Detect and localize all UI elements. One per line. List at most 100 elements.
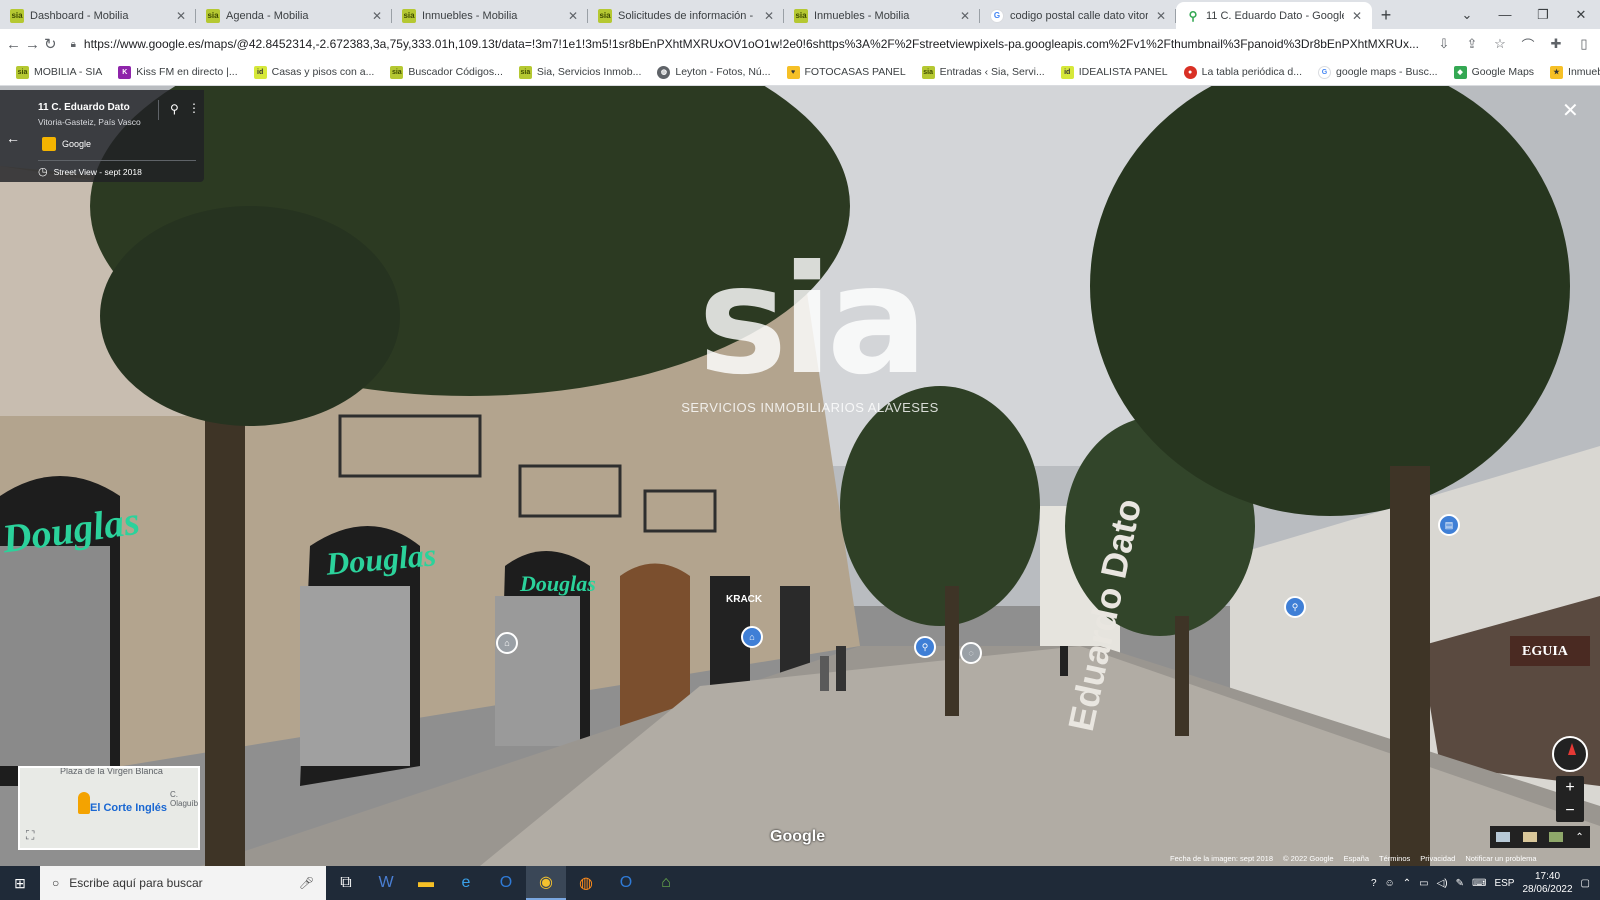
reload-icon[interactable]: ↻ (44, 32, 57, 56)
layers-selector[interactable]: ⌃ (1490, 826, 1590, 848)
taskbar-search-input[interactable]: ○ Escribe aquí para buscar 🎤︎ (40, 866, 326, 900)
footer-link[interactable]: Términos (1379, 854, 1410, 863)
chat-icon: ● (1183, 65, 1197, 79)
layer-thumbnail[interactable] (1496, 832, 1511, 842)
bookmark[interactable]: Ggoogle maps - Busc... (1312, 61, 1444, 83)
layer-thumbnail[interactable] (1522, 832, 1537, 842)
google-maps-icon (42, 137, 56, 151)
footer-link[interactable]: Notificar un problema (1465, 854, 1536, 863)
outlook-icon[interactable]: O (486, 866, 526, 900)
microphone-icon[interactable]: 🎤︎ (299, 876, 314, 890)
expand-map-icon[interactable]: ⛶ (26, 828, 34, 843)
poi-marker-icon[interactable]: ⚲ (1284, 596, 1306, 618)
url-text[interactable]: https://www.google.es/maps/@42.8452314,-… (84, 37, 1419, 51)
file-explorer-icon[interactable]: ▬ (406, 866, 446, 900)
zoom-out-icon[interactable]: − (1556, 799, 1584, 822)
bookmark[interactable]: ● La tabla periódica d... (1178, 61, 1308, 83)
notifications-icon[interactable]: ▢ (1581, 878, 1590, 889)
task-view-icon[interactable]: ⧉ (326, 866, 366, 900)
close-icon[interactable]: ✕ (1154, 9, 1168, 23)
zoom-in-icon[interactable]: + (1556, 776, 1584, 799)
poi-marker-icon[interactable]: ◌ (960, 642, 982, 664)
chrome-icon[interactable]: ◉ (526, 866, 566, 900)
bookmark[interactable]: sia MOBILIA - SIA (10, 61, 108, 83)
bookmark-label: La tabla periódica d... (1201, 66, 1303, 78)
street-view-panorama[interactable]: Douglas Douglas Douglas KRACK EGUIA Edua… (0, 86, 1600, 866)
close-icon[interactable]: ✕ (566, 9, 580, 23)
tab-inmuebles[interactable]: sia Inmuebles - Mobilia ✕ (392, 2, 588, 29)
tab-agenda[interactable]: sia Agenda - Mobilia ✕ (196, 2, 392, 29)
bookmark[interactable]: ◍ Leyton - Fotos, Nú... (651, 61, 776, 83)
chevron-up-icon[interactable]: ⌃ (1575, 832, 1583, 843)
close-street-view-icon[interactable]: ✕ (1562, 98, 1579, 123)
address-bar[interactable]: 🔒︎ https://www.google.es/maps/@42.845231… (60, 32, 1429, 56)
bookmark[interactable]: id Casas y pisos con a... (248, 61, 381, 83)
bookmark[interactable]: ◆ Google Maps (1448, 61, 1540, 83)
layer-thumbnail[interactable] (1548, 832, 1563, 842)
bookmark[interactable]: ★ Inmueble: Casa en... (1544, 61, 1600, 83)
poi-marker-icon[interactable]: ⌂ (741, 626, 763, 648)
puzzle-icon[interactable]: ✚ (1545, 33, 1567, 55)
poi-marker-icon[interactable]: ▤ (1438, 514, 1460, 536)
forward-icon[interactable]: → (25, 32, 40, 56)
install-icon[interactable]: ⇩ (1433, 33, 1455, 55)
map-pin-icon[interactable]: ⚲ (170, 102, 179, 116)
language-indicator[interactable]: ESP (1494, 878, 1514, 889)
extension-icon[interactable]: ⌒ (1517, 33, 1539, 55)
help-icon[interactable]: ? (1371, 878, 1377, 889)
restore-icon[interactable]: ❐ (1524, 7, 1562, 23)
volume-icon[interactable]: ◁) (1437, 878, 1448, 889)
tab-search-icon[interactable]: ⌄ (1448, 7, 1486, 23)
footer-link[interactable]: España (1344, 854, 1369, 863)
app-icon[interactable]: ⌂ (646, 866, 686, 900)
tab-dashboard[interactable]: sia Dashboard - Mobilia ✕ (0, 2, 196, 29)
outlook-icon[interactable]: O (606, 866, 646, 900)
close-icon[interactable]: ✕ (762, 9, 776, 23)
poi-marker-icon[interactable]: ⌂ (496, 632, 518, 654)
capture-date-selector[interactable]: ◷ Street View - sept 2018 (38, 165, 142, 178)
tab-inmuebles-2[interactable]: sia Inmuebles - Mobilia ✕ (784, 2, 980, 29)
minimize-icon[interactable]: — (1486, 7, 1524, 22)
bookmark[interactable]: ♥ FOTOCASAS PANEL (781, 61, 912, 83)
bookmark[interactable]: id IDEALISTA PANEL (1055, 61, 1174, 83)
pen-icon[interactable]: ✎ (1456, 878, 1464, 889)
lock-icon[interactable]: 🔒︎ (71, 39, 76, 50)
tab-title: codigo postal calle dato vitoria- (1010, 9, 1148, 22)
close-icon[interactable]: ✕ (958, 9, 972, 23)
new-tab-button[interactable]: + (1372, 2, 1400, 29)
firefox-icon[interactable]: ◍ (566, 866, 606, 900)
star-icon: ★ (1550, 65, 1564, 79)
fotocasa-icon: ♥ (786, 65, 800, 79)
edge-icon[interactable]: e (446, 866, 486, 900)
people-icon[interactable]: ☺ (1385, 878, 1395, 889)
keyboard-icon[interactable]: ⌨ (1472, 878, 1486, 889)
window-close-icon[interactable]: ✕ (1562, 7, 1600, 23)
share-icon[interactable]: ⇪ (1461, 33, 1483, 55)
back-arrow-icon[interactable]: ← (6, 130, 20, 146)
bookmark[interactable]: K Kiss FM en directo |... (112, 61, 243, 83)
more-options-icon[interactable]: ⋮ (188, 101, 200, 115)
bookmark[interactable]: sia Buscador Códigos... (384, 61, 509, 83)
close-icon[interactable]: ✕ (174, 9, 188, 23)
bookmark-star-icon[interactable]: ☆ (1489, 33, 1511, 55)
sidepanel-icon[interactable]: ▯ (1573, 33, 1595, 55)
tab-solicitudes[interactable]: sia Solicitudes de información - Mo ✕ (588, 2, 784, 29)
taskbar-clock[interactable]: 17:40 28/06/2022 (1522, 870, 1572, 896)
windows-start-icon[interactable]: ⊞ (0, 866, 40, 900)
compass-icon[interactable] (1552, 736, 1588, 772)
minimap[interactable]: Plaza de la Virgen Blanca C. Olaguíbe El… (18, 766, 200, 850)
poi-marker-icon[interactable]: ⚲ (914, 636, 936, 658)
footer-link[interactable]: Privacidad (1420, 854, 1455, 863)
pegman-icon[interactable] (78, 792, 90, 814)
tab-google-maps[interactable]: ⚲ 11 C. Eduardo Dato - Google M ✕ (1176, 2, 1372, 29)
word-icon[interactable]: W (366, 866, 406, 900)
bookmark[interactable]: sia Entradas ‹ Sia, Servi... (916, 61, 1051, 83)
back-icon[interactable]: ← (6, 32, 21, 56)
chevron-up-icon[interactable]: ⌃ (1403, 878, 1411, 889)
close-icon[interactable]: ✕ (1350, 9, 1364, 23)
bookmark[interactable]: sia Sia, Servicios Inmob... (513, 61, 647, 83)
close-icon[interactable]: ✕ (370, 9, 384, 23)
tab-google-search[interactable]: G codigo postal calle dato vitoria- ✕ (980, 2, 1176, 29)
network-icon[interactable]: ▭ (1419, 878, 1428, 889)
maps-icon: ◆ (1453, 65, 1467, 79)
